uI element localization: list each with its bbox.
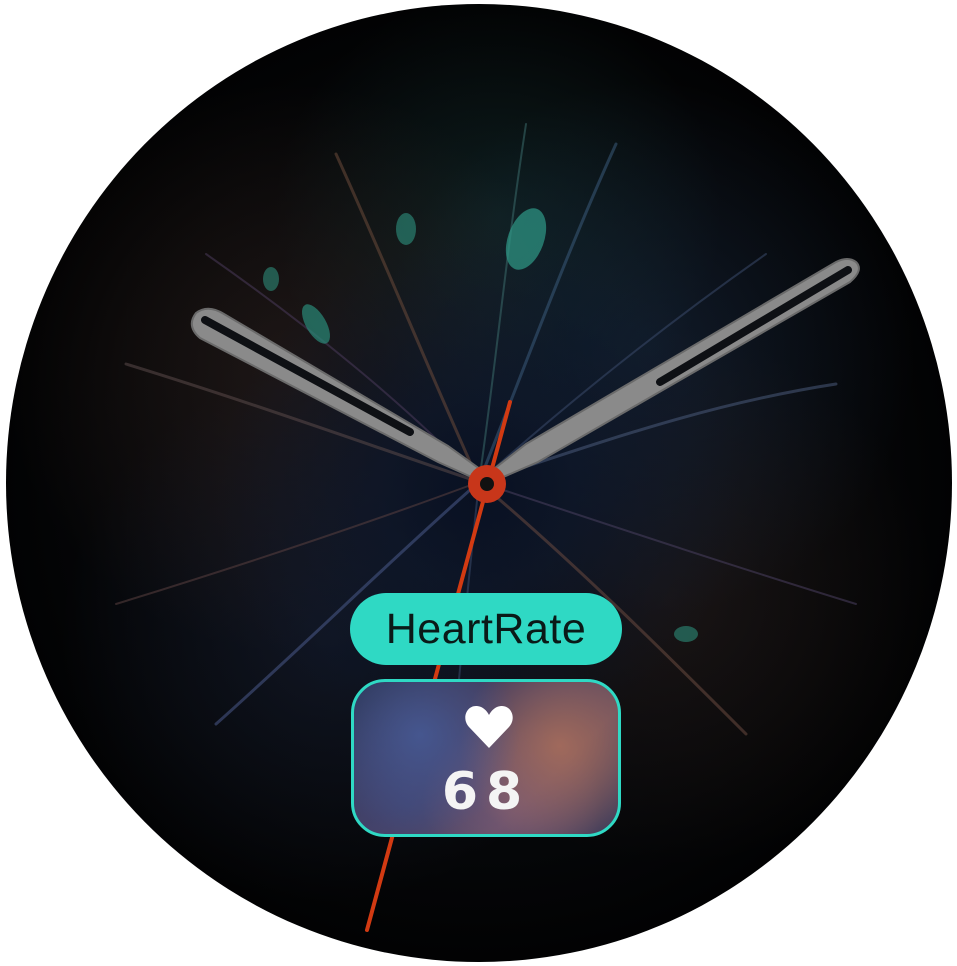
watch-screen: HeartRate 68: [0, 0, 957, 966]
complication-label: HeartRate: [350, 593, 622, 665]
minute-hand: [485, 258, 860, 486]
heart-rate-complication[interactable]: 68: [351, 679, 621, 837]
hour-hand: [190, 307, 489, 486]
heart-icon: [465, 705, 513, 748]
heart-rate-value: 68: [441, 762, 531, 822]
center-cap: [468, 465, 506, 503]
